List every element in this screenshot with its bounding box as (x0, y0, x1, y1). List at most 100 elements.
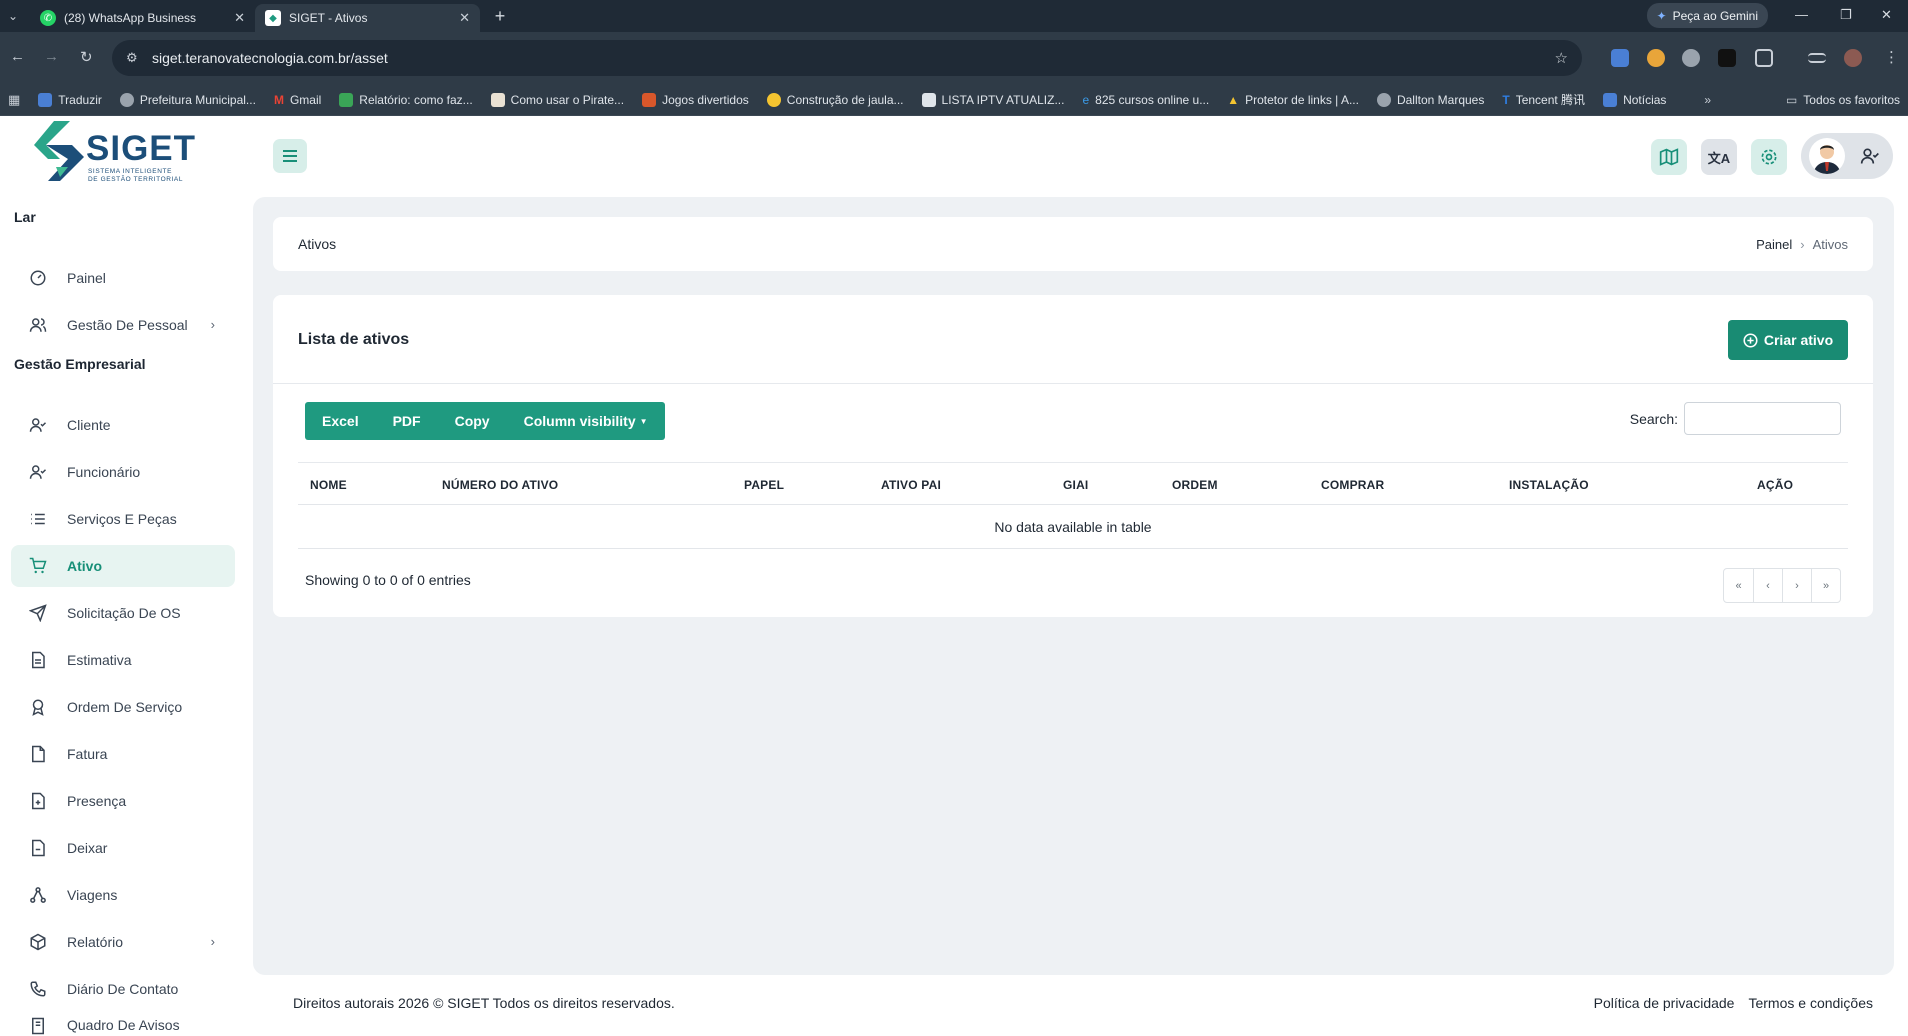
tiktok-extension-icon[interactable] (1718, 49, 1736, 67)
minimize-icon[interactable]: — (1795, 7, 1808, 22)
card-header: Lista de ativos Criar ativo (273, 295, 1873, 384)
column-header-ativo-pai[interactable]: ATIVO PAI (881, 478, 941, 492)
phone-icon (30, 981, 46, 997)
privacy-policy-link[interactable]: Política de privacidade (1594, 995, 1735, 1011)
media-extension-icon[interactable] (1682, 49, 1700, 67)
bookmark-item[interactable]: Relatório: como faz... (339, 92, 473, 107)
emoji-icon (766, 92, 781, 107)
profile-avatar-icon[interactable] (1844, 49, 1862, 67)
column-header-ordem[interactable]: ORDEM (1172, 478, 1218, 492)
sidebar-item-servicos-pecas[interactable]: Serviços E Peças (11, 498, 235, 540)
pagination-previous-button[interactable]: ‹ (1753, 569, 1782, 602)
user-menu-button[interactable] (1801, 133, 1893, 179)
bookmark-item[interactable]: T Tencent 腾讯 (1502, 91, 1585, 108)
search-input[interactable] (1684, 402, 1841, 435)
site-settings-icon[interactable]: ⚙ (126, 50, 138, 66)
url-bar[interactable]: ⚙ siget.teranovatecnologia.com.br/asset … (112, 40, 1582, 76)
sidebar-item-ordem-servico[interactable]: Ordem De Serviço (11, 686, 235, 728)
bookmark-item[interactable]: Prefeitura Municipal... (119, 92, 256, 107)
column-header-comprar[interactable]: COMPRAR (1321, 478, 1384, 492)
caret-down-icon: ▼ (639, 416, 648, 426)
sidebar-item-diario-contato[interactable]: Diário De Contato (11, 968, 235, 1010)
bookmark-star-icon[interactable]: ☆ (1555, 49, 1568, 67)
page-title: Ativos (298, 236, 337, 252)
globe-icon (1376, 92, 1391, 107)
excel-button[interactable]: Excel (305, 402, 376, 440)
browser-tab-whatsapp[interactable]: ✆ (28) WhatsApp Business ✕ (30, 4, 255, 32)
extensions-puzzle-icon[interactable] (1755, 49, 1773, 67)
bookmark-item[interactable]: Notícias (1603, 92, 1666, 107)
terms-link[interactable]: Termos e condições (1748, 995, 1873, 1011)
file-minus-icon (32, 839, 45, 857)
menu-toggle-button[interactable] (273, 139, 307, 173)
sidebar-item-deixar[interactable]: Deixar (11, 827, 235, 869)
column-header-instalacao[interactable]: INSTALAÇÃO (1509, 478, 1589, 492)
sidebar-item-gestao-pessoal[interactable]: Gestão De Pessoal › (11, 304, 235, 346)
sidebar-item-painel[interactable]: Painel (11, 257, 235, 299)
close-window-icon[interactable]: ✕ (1881, 7, 1892, 23)
bookmark-item[interactable]: LISTA IPTV ATUALIZ... (921, 92, 1064, 107)
siget-logo[interactable]: SIGET SISTEMA INTELIGENTE DE GESTÃO TERR… (32, 121, 207, 187)
translate-extension-icon[interactable] (1611, 49, 1629, 67)
language-button[interactable]: 文A (1701, 139, 1737, 175)
map-button[interactable] (1651, 139, 1687, 175)
column-header-giai[interactable]: GIAI (1063, 478, 1088, 492)
pagination-first-button[interactable]: « (1724, 569, 1753, 602)
reload-icon[interactable]: ↻ (80, 48, 93, 66)
create-asset-button[interactable]: Criar ativo (1728, 320, 1848, 360)
pagination-last-button[interactable]: » (1811, 569, 1840, 602)
bookmark-item[interactable]: Como usar o Pirate... (490, 92, 624, 107)
back-icon[interactable]: ← (10, 48, 25, 65)
bookmark-item[interactable]: e 825 cursos online u... (1082, 93, 1209, 107)
column-header-numero-ativo[interactable]: NÚMERO DO ATIVO (442, 478, 558, 492)
bookmark-item[interactable]: Dallton Marques (1376, 92, 1484, 107)
all-bookmarks-folder[interactable]: ▭ Todos os favoritos (1786, 93, 1900, 107)
column-visibility-button[interactable]: Column visibility ▼ (507, 402, 665, 440)
tab-search-icon[interactable]: ⌄ (0, 3, 26, 29)
sidebar-item-quadro-avisos[interactable]: Quadro De Avisos (11, 1015, 235, 1036)
sidebar-item-label: Relatório (67, 934, 124, 950)
plus-circle-icon (1743, 332, 1758, 348)
sidebar-item-label: Ativo (67, 558, 102, 574)
close-tab-icon[interactable]: ✕ (234, 10, 245, 26)
sidebar-item-cliente[interactable]: Cliente (11, 404, 235, 446)
more-bookmarks-icon[interactable]: » (1704, 93, 1711, 107)
browser-tab-siget[interactable]: ◆ SIGET - Ativos ✕ (255, 4, 480, 32)
column-header-acao[interactable]: AÇÃO (1757, 478, 1793, 492)
sidebar-item-estimativa[interactable]: Estimativa (11, 639, 235, 681)
sidebar-item-relatorio[interactable]: Relatório › (11, 921, 235, 963)
sidebar-item-funcionario[interactable]: Funcionário (11, 451, 235, 493)
column-header-papel[interactable]: PAPEL (744, 478, 784, 492)
sidebar-item-ativo[interactable]: Ativo (11, 545, 235, 587)
close-tab-icon[interactable]: ✕ (459, 10, 470, 26)
gemini-button[interactable]: ✦ Peça ao Gemini (1646, 3, 1768, 28)
sidebar-item-presenca[interactable]: Presença (11, 780, 235, 822)
news-icon (1603, 92, 1618, 107)
app-root: SIGET SISTEMA INTELIGENTE DE GESTÃO TERR… (0, 117, 1908, 1036)
pagination-next-button[interactable]: › (1782, 569, 1811, 602)
sidebar-item-fatura[interactable]: Fatura (11, 733, 235, 775)
table-search: Search: (1630, 402, 1841, 435)
reading-list-icon[interactable] (1808, 53, 1826, 63)
restore-icon[interactable]: ❐ (1840, 7, 1852, 23)
nav-caption-gestao-empresarial: Gestão Empresarial (14, 356, 146, 372)
bookmark-item[interactable]: Traduzir (38, 92, 102, 107)
bookmark-item[interactable]: M Gmail (274, 93, 321, 107)
new-tab-button[interactable]: + (486, 6, 514, 27)
apps-grid-icon[interactable]: ▦ (8, 92, 20, 108)
sidebar-item-viagens[interactable]: Viagens (11, 874, 235, 916)
games-icon (642, 92, 657, 107)
bookmark-item[interactable]: Construção de jaula... (766, 92, 904, 107)
bookmark-item[interactable]: ▲ Protetor de links | A... (1227, 93, 1359, 107)
column-header-nome[interactable]: NOME (310, 478, 347, 492)
sidebar-item-solicitacao-os[interactable]: Solicitação De OS (11, 592, 235, 634)
bookmark-item[interactable]: Jogos divertidos (642, 92, 749, 107)
forward-icon[interactable]: → (44, 48, 59, 65)
copy-button[interactable]: Copy (438, 402, 507, 440)
chrome-extension-icon[interactable] (1647, 49, 1665, 67)
settings-button[interactable] (1751, 139, 1787, 175)
browser-tab-strip: ⌄ ✆ (28) WhatsApp Business ✕ ◆ SIGET - A… (0, 0, 1908, 32)
pdf-button[interactable]: PDF (376, 402, 438, 440)
browser-menu-icon[interactable]: ⋮ (1884, 48, 1899, 66)
breadcrumb-link-painel[interactable]: Painel (1756, 237, 1792, 252)
